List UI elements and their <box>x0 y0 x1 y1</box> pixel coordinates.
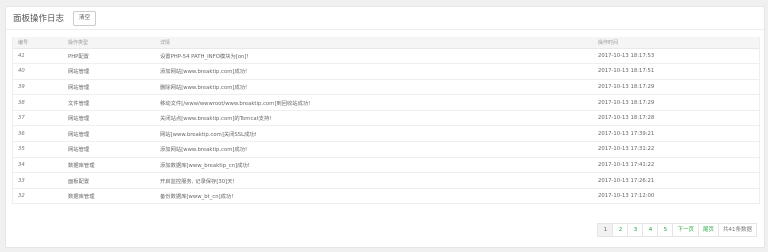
table-body: 41 PHP配置 设置PHP-54 PATH_INFO模块为[on]! 2017-10… <box>13 48 759 204</box>
table-row: 41 PHP配置 设置PHP-54 PATH_INFO模块为[on]! 2017-10… <box>13 48 759 64</box>
row-id: 41 <box>18 52 25 59</box>
table-row: 32 数据库管理 备份数据库[www_bt_cn]成功! 2017-10-13 17:… <box>13 188 759 204</box>
table-row: 33 面板配置 开启监控服务, 记录保存[30]天! 2017-10-13 17:26… <box>13 173 759 189</box>
table-row: 35 网站管理 添加网站[www.breaktip.com]成功! 2017-10-1… <box>13 142 759 158</box>
table-row: 34 数据库管理 添加数据库[www_breaktip_cn]成功! 2017-10-… <box>13 157 759 173</box>
row-type: 数据库管理 <box>68 162 95 169</box>
row-type: 网站管理 <box>68 84 90 91</box>
next-page-button[interactable]: 下一页 <box>672 223 699 237</box>
row-detail: 设置PHP-54 PATH_INFO模块为[on]! <box>160 53 249 60</box>
row-id: 39 <box>18 83 25 90</box>
row-type: 面板配置 <box>68 178 90 185</box>
table-row: 37 网站管理 关闭站点[www.breaktip.com]的Tomcat支持! 20… <box>13 110 759 126</box>
row-detail: 添加网站[www.breaktip.com]成功! <box>160 147 248 154</box>
column-header-detail[interactable]: 详情 <box>155 37 593 49</box>
row-id: 36 <box>18 130 25 137</box>
row-type: 网站管理 <box>68 69 90 76</box>
log-table: 编号 操作类型 详情 操作时间 41 PHP配置 设置PHP-54 PATH_INF… <box>12 37 760 205</box>
table-row: 36 网站管理 网站[www.breaktip.com]关闭SSL成功! 2017-1… <box>13 126 759 142</box>
page-1-button[interactable]: 1 <box>597 223 614 237</box>
row-detail: 删除网站[www.breaktip.com]成功! <box>160 84 248 91</box>
row-detail: 开启监控服务, 记录保存[30]天! <box>160 178 235 185</box>
pagination: 1 2 3 4 5 下一页 尾页 共41条数据 <box>597 223 757 237</box>
page-5-button[interactable]: 5 <box>657 223 674 237</box>
row-id: 33 <box>18 177 25 184</box>
row-time: 2017-10-13 18:17:29 <box>598 83 655 90</box>
row-type: 文件管理 <box>68 100 90 107</box>
row-detail: 关闭站点[www.breaktip.com]的Tomcat支持! <box>160 116 272 123</box>
row-time: 2017-10-13 18:17:28 <box>598 115 655 122</box>
total-count: 共41条数据 <box>718 223 757 237</box>
row-type: 网站管理 <box>68 116 90 123</box>
clear-log-button[interactable]: 清空 <box>73 10 97 26</box>
column-header-type[interactable]: 操作类型 <box>63 37 155 49</box>
row-id: 35 <box>18 146 25 153</box>
row-id: 37 <box>18 115 25 122</box>
row-id: 34 <box>18 161 25 168</box>
row-detail: 添加网站[www.breaktip.com]成功! <box>160 69 248 76</box>
row-time: 2017-10-13 17:41:22 <box>598 161 655 168</box>
row-time: 2017-10-13 17:39:21 <box>598 130 655 137</box>
row-id: 32 <box>18 193 25 200</box>
page-4-button[interactable]: 4 <box>642 223 659 237</box>
operation-log-panel: 面板操作日志 清空 编号 操作类型 详情 操作时间 41 PHP配置 设置PHP-5… <box>5 6 765 248</box>
panel-header: 面板操作日志 清空 <box>6 7 764 30</box>
row-type: PHP配置 <box>68 53 89 60</box>
row-time: 2017-10-13 17:12:00 <box>598 193 655 200</box>
page-2-button[interactable]: 2 <box>612 223 629 237</box>
row-detail: 网站[www.breaktip.com]关闭SSL成功! <box>160 131 257 138</box>
row-type: 网站管理 <box>68 147 90 154</box>
panel-title: 面板操作日志 <box>13 14 65 24</box>
row-time: 2017-10-13 18:17:29 <box>598 99 655 106</box>
table-row: 40 网站管理 添加网站[www.breaktip.com]成功! 2017-10-1… <box>13 64 759 80</box>
row-type: 数据库管理 <box>68 194 95 201</box>
row-time: 2017-10-13 17:31:22 <box>598 146 655 153</box>
column-header-time[interactable]: 操作时间 <box>593 37 759 49</box>
table-row: 39 网站管理 删除网站[www.breaktip.com]成功! 2017-10-1… <box>13 79 759 95</box>
row-time: 2017-10-13 18:17:51 <box>598 68 655 75</box>
table-header-row: 编号 操作类型 详情 操作时间 <box>13 37 759 49</box>
row-time: 2017-10-13 17:26:21 <box>598 177 655 184</box>
row-id: 40 <box>18 68 25 75</box>
table-row: 38 文件管理 移动文件[/www/wwwroot/www.breaktip.com… <box>13 95 759 111</box>
row-detail: 移动文件[/www/wwwroot/www.breaktip.com]到回收站成… <box>160 100 311 107</box>
row-id: 38 <box>18 99 25 106</box>
last-page-button[interactable]: 尾页 <box>697 223 719 237</box>
row-type: 网站管理 <box>68 131 90 138</box>
row-time: 2017-10-13 18:17:53 <box>598 52 655 59</box>
page-3-button[interactable]: 3 <box>627 223 644 237</box>
column-header-id[interactable]: 编号 <box>13 37 63 49</box>
row-detail: 备份数据库[www_bt_cn]成功! <box>160 194 234 201</box>
row-detail: 添加数据库[www_breaktip_cn]成功! <box>160 162 250 169</box>
